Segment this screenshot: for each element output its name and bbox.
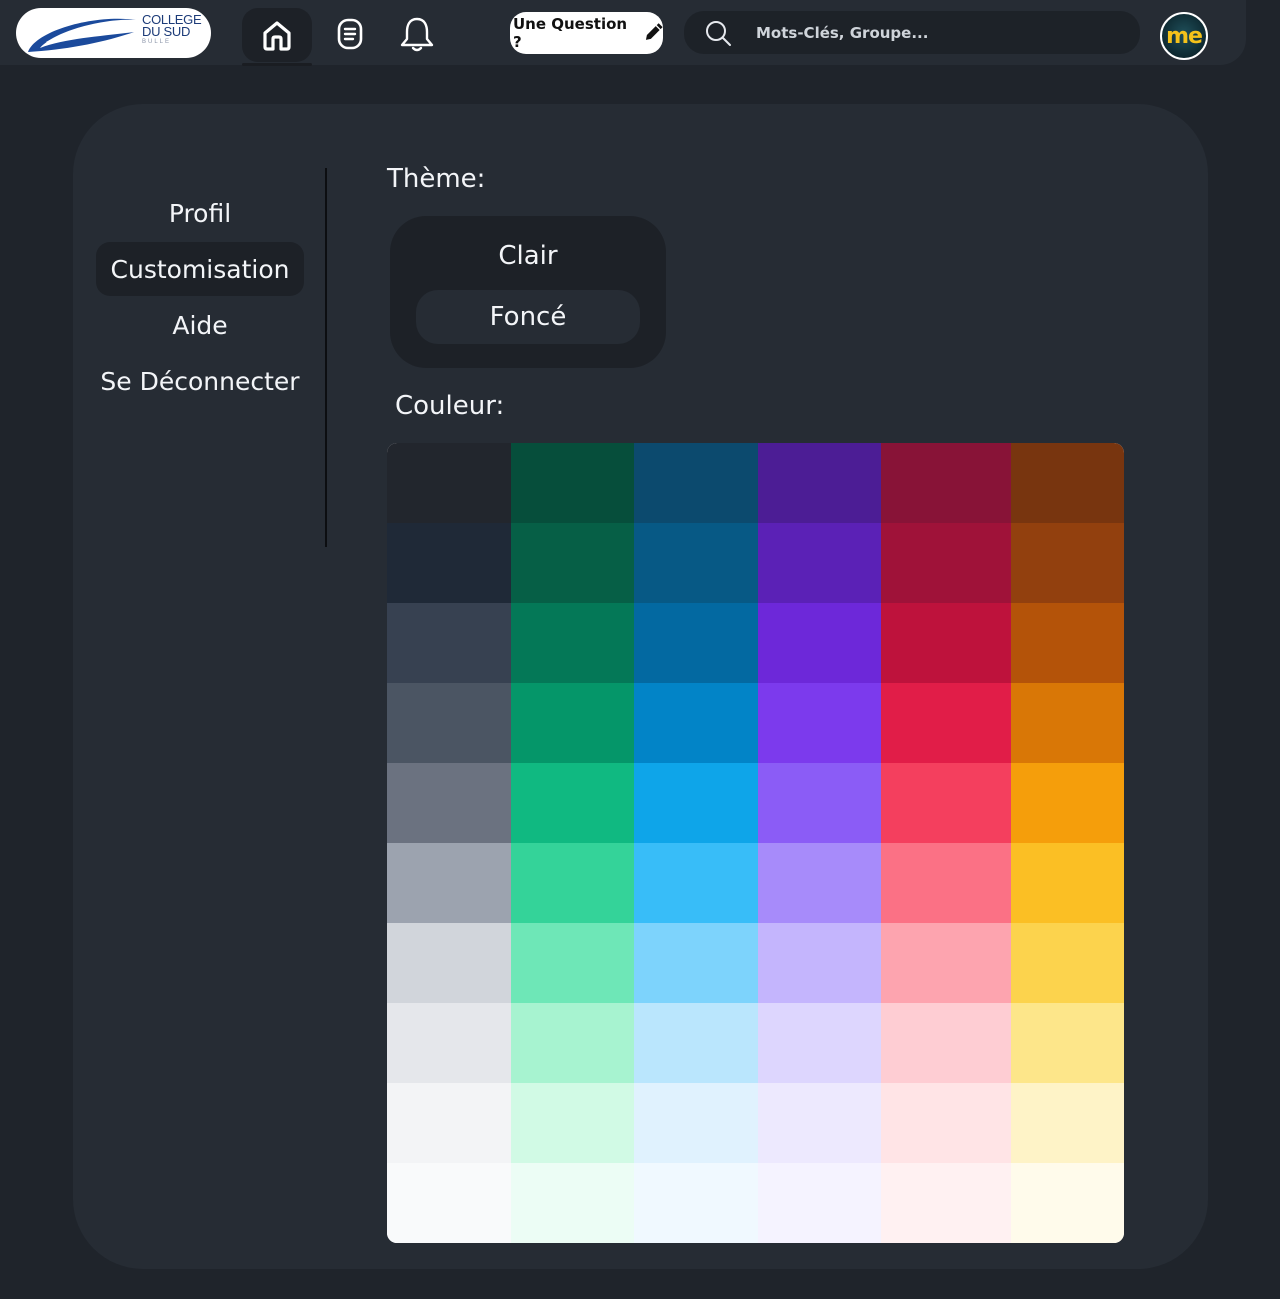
color-swatch-gray-7[interactable] <box>387 1003 511 1083</box>
color-swatch-sky-5[interactable] <box>634 843 758 923</box>
color-swatch-violet-0[interactable] <box>758 443 881 523</box>
logo-wordmark: COLLEGE DU SUD BULLE <box>142 13 206 46</box>
color-swatch-amber-0[interactable] <box>1011 443 1124 523</box>
color-swatch-gray-0[interactable] <box>387 443 511 523</box>
nav-home-button[interactable] <box>242 8 312 62</box>
color-swatch-rose-0[interactable] <box>881 443 1011 523</box>
nav-posts-button[interactable] <box>330 14 370 54</box>
color-swatch-sky-9[interactable] <box>634 1163 758 1243</box>
color-swatch-gray-2[interactable] <box>387 603 511 683</box>
color-swatch-gray-8[interactable] <box>387 1083 511 1163</box>
menu-item-customisation[interactable]: Customisation <box>96 242 304 296</box>
color-swatch-emerald-3[interactable] <box>511 683 634 763</box>
color-swatch-rose-1[interactable] <box>881 523 1011 603</box>
color-swatch-amber-2[interactable] <box>1011 603 1124 683</box>
color-swatch-gray-6[interactable] <box>387 923 511 1003</box>
color-swatch-gray-9[interactable] <box>387 1163 511 1243</box>
home-icon <box>263 21 291 51</box>
menu-item-se-deconnecter[interactable]: Se Déconnecter <box>96 354 304 408</box>
color-swatch-rose-4[interactable] <box>881 763 1011 843</box>
color-swatch-sky-6[interactable] <box>634 923 758 1003</box>
ask-question-button[interactable]: Une Question ? <box>510 12 663 54</box>
color-swatch-amber-6[interactable] <box>1011 923 1124 1003</box>
color-swatch-rose-5[interactable] <box>881 843 1011 923</box>
color-swatch-amber-4[interactable] <box>1011 763 1124 843</box>
color-swatch-violet-4[interactable] <box>758 763 881 843</box>
color-swatch-rose-2[interactable] <box>881 603 1011 683</box>
color-swatch-gray-5[interactable] <box>387 843 511 923</box>
color-swatch-sky-0[interactable] <box>634 443 758 523</box>
color-swatch-emerald-5[interactable] <box>511 843 634 923</box>
color-swatch-rose-9[interactable] <box>881 1163 1011 1243</box>
color-swatch-violet-1[interactable] <box>758 523 881 603</box>
color-swatch-violet-9[interactable] <box>758 1163 881 1243</box>
menu-item-aide[interactable]: Aide <box>96 298 304 352</box>
avatar-text: me <box>1166 23 1203 49</box>
search-input[interactable] <box>756 19 1116 47</box>
user-avatar[interactable]: me <box>1160 12 1208 60</box>
color-swatch-sky-2[interactable] <box>634 603 758 683</box>
bell-icon <box>400 17 434 52</box>
color-swatch-emerald-6[interactable] <box>511 923 634 1003</box>
color-swatch-gray-4[interactable] <box>387 763 511 843</box>
theme-option-fonce[interactable]: Foncé <box>416 290 640 344</box>
theme-option-clair[interactable]: Clair <box>416 229 640 283</box>
color-swatch-sky-1[interactable] <box>634 523 758 603</box>
document-list-icon <box>337 18 363 50</box>
color-swatch-rose-7[interactable] <box>881 1003 1011 1083</box>
settings-side-menu: Profil Customisation Aide Se Déconnecter <box>96 186 304 410</box>
menu-item-profil[interactable]: Profil <box>96 186 304 240</box>
color-swatch-amber-5[interactable] <box>1011 843 1124 923</box>
color-swatch-emerald-8[interactable] <box>511 1083 634 1163</box>
nav-notifications-button[interactable] <box>397 14 437 54</box>
search-bar[interactable] <box>684 11 1140 54</box>
logo-line-bulle: BULLE <box>142 39 172 45</box>
top-bar: COLLEGE DU SUD BULLE Une Question ? Mots… <box>0 0 1246 66</box>
color-palette-grid <box>387 443 1124 1243</box>
color-swatch-emerald-9[interactable] <box>511 1163 634 1243</box>
color-swatch-sky-7[interactable] <box>634 1003 758 1083</box>
color-swatch-emerald-0[interactable] <box>511 443 634 523</box>
color-swatch-sky-4[interactable] <box>634 763 758 843</box>
theme-title: Thème: <box>387 164 486 194</box>
color-swatch-emerald-1[interactable] <box>511 523 634 603</box>
color-swatch-violet-3[interactable] <box>758 683 881 763</box>
college-logo[interactable]: COLLEGE DU SUD BULLE <box>16 8 211 58</box>
color-swatch-emerald-4[interactable] <box>511 763 634 843</box>
color-swatch-sky-3[interactable] <box>634 683 758 763</box>
search-icon <box>706 21 731 46</box>
nav-active-indicator <box>242 63 312 66</box>
color-swatch-gray-3[interactable] <box>387 683 511 763</box>
color-swatch-violet-5[interactable] <box>758 843 881 923</box>
color-swatch-violet-8[interactable] <box>758 1083 881 1163</box>
color-swatch-amber-7[interactable] <box>1011 1003 1124 1083</box>
pencil-icon <box>646 23 663 40</box>
color-swatch-rose-6[interactable] <box>881 923 1011 1003</box>
color-swatch-sky-8[interactable] <box>634 1083 758 1163</box>
color-swatch-emerald-7[interactable] <box>511 1003 634 1083</box>
color-swatch-gray-1[interactable] <box>387 523 511 603</box>
color-swatch-rose-8[interactable] <box>881 1083 1011 1163</box>
color-swatch-amber-8[interactable] <box>1011 1083 1124 1163</box>
swoosh-logo-icon <box>28 18 136 52</box>
theme-selector: Clair Foncé <box>390 216 666 368</box>
color-swatch-violet-2[interactable] <box>758 603 881 683</box>
color-swatch-amber-9[interactable] <box>1011 1163 1124 1243</box>
color-swatch-emerald-2[interactable] <box>511 603 634 683</box>
color-swatch-rose-3[interactable] <box>881 683 1011 763</box>
color-swatch-amber-3[interactable] <box>1011 683 1124 763</box>
menu-divider <box>325 168 327 547</box>
color-swatch-amber-1[interactable] <box>1011 523 1124 603</box>
ask-question-label: Une Question ? <box>513 15 628 51</box>
color-swatch-violet-6[interactable] <box>758 923 881 1003</box>
color-title: Couleur: <box>395 391 505 421</box>
color-swatch-violet-7[interactable] <box>758 1003 881 1083</box>
logo-line-du-sud: DU SUD <box>142 24 191 39</box>
